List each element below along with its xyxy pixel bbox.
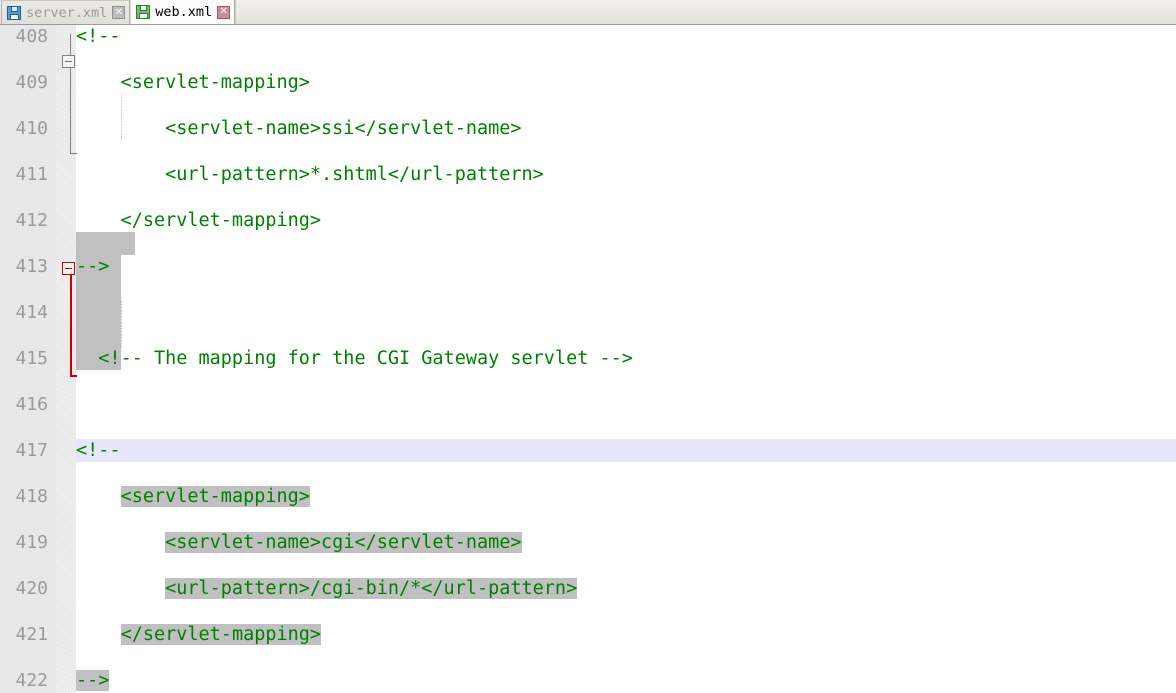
line-number: 420 <box>15 578 48 599</box>
code-text[interactable]: <servlet-name>cgi</servlet-name> <box>76 531 522 554</box>
fold-guide-line-408 <box>70 34 71 154</box>
close-icon[interactable]: ✕ <box>217 5 231 19</box>
code-line[interactable]: 416 <box>0 393 1176 416</box>
code-line[interactable]: 409 <servlet-mapping> <box>0 71 1176 94</box>
line-number: 413 <box>15 256 48 277</box>
code-line[interactable]: 411 <url-pattern>*.shtml</url-pattern> <box>0 163 1176 186</box>
code-text[interactable]: <servlet-name>ssi</servlet-name> <box>76 117 521 140</box>
tab-web-xml[interactable]: web.xml ✕ <box>130 0 236 24</box>
code-line[interactable]: 418 <servlet-mapping> <box>0 485 1176 508</box>
code-text[interactable]: </servlet-mapping> <box>76 209 322 232</box>
code-text[interactable]: </servlet-mapping> <box>76 623 322 646</box>
selected-text[interactable]: <servlet-mapping> <box>120 486 310 507</box>
selected-text[interactable]: --> <box>76 670 110 691</box>
line-number: 410 <box>15 118 48 139</box>
selection-start-band <box>76 232 135 255</box>
selected-text[interactable]: </servlet-mapping> <box>120 624 322 645</box>
floppy-disk-icon <box>136 5 151 19</box>
line-number: 414 <box>15 302 48 323</box>
line-number: 417 <box>15 440 48 461</box>
fold-branch-422 <box>70 375 77 377</box>
code-line[interactable]: 410 <servlet-name>ssi</servlet-name> <box>0 117 1176 140</box>
editor-window: server.xml ✕ web.xml ✕ 408 <!-- 409 <servl… <box>0 0 1176 693</box>
code-line[interactable]: 420 <url-pattern>/cgi-bin/*</url-pattern… <box>0 577 1176 600</box>
code-text[interactable]: <url-pattern>/cgi-bin/*</url-pattern> <box>76 577 578 600</box>
code-rows: 408 <!-- 409 <servlet-mapping> 410 <servlet… <box>0 25 1176 692</box>
line-number: 419 <box>15 532 48 553</box>
indent-guide <box>121 94 122 140</box>
fold-guide-line-417 <box>70 272 72 376</box>
code-line[interactable]: 419 <servlet-name>cgi</servlet-name> <box>0 531 1176 554</box>
code-text[interactable]: <servlet-mapping> <box>76 71 310 94</box>
code-line[interactable]: 421 </servlet-mapping> <box>0 623 1176 646</box>
code-line[interactable]: 422 --> <box>0 669 1176 692</box>
code-text[interactable]: <!-- The mapping for the CGI Gateway ser… <box>76 347 633 370</box>
tab-bar: server.xml ✕ web.xml ✕ <box>0 0 1176 25</box>
tab-label: server.xml <box>26 4 108 21</box>
fold-toggle-417[interactable] <box>62 262 75 275</box>
code-text[interactable]: <servlet-mapping> <box>76 485 310 508</box>
line-number: 409 <box>15 72 48 93</box>
line-number: 415 <box>15 348 48 369</box>
code-text[interactable]: --> <box>76 669 110 692</box>
fold-toggle-408[interactable] <box>62 55 75 68</box>
current-line-highlight <box>76 439 1176 462</box>
tab-label: web.xml <box>155 4 213 20</box>
line-number: 418 <box>15 486 48 507</box>
fold-margin[interactable] <box>56 25 76 693</box>
code-editor[interactable]: 408 <!-- 409 <servlet-mapping> 410 <servlet… <box>0 25 1176 693</box>
line-number: 408 <box>15 26 48 47</box>
code-text[interactable]: <url-pattern>*.shtml</url-pattern> <box>76 163 544 186</box>
fold-branch-413 <box>70 153 77 154</box>
line-number: 416 <box>15 394 48 415</box>
floppy-disk-icon <box>7 5 21 20</box>
line-number: 422 <box>15 670 48 691</box>
selected-text[interactable]: <servlet-name>cgi</servlet-name> <box>165 532 522 553</box>
code-text[interactable]: --> <box>76 255 109 278</box>
code-line[interactable]: 415 <!-- The mapping for the CGI Gateway… <box>0 347 1176 370</box>
selected-text[interactable]: <url-pattern>/cgi-bin/*</url-pattern> <box>165 578 578 599</box>
tab-bar-empty-area <box>235 0 1176 24</box>
code-line[interactable]: 412 </servlet-mapping> <box>0 209 1176 232</box>
code-line[interactable]: 417 <!-- <box>0 439 1176 462</box>
code-line[interactable]: 408 <!-- <box>0 25 1176 48</box>
code-line[interactable]: 414 <box>0 301 1176 324</box>
line-number: 411 <box>15 164 48 185</box>
close-icon[interactable]: ✕ <box>112 6 126 19</box>
tab-server-xml[interactable]: server.xml ✕ <box>1 0 131 24</box>
code-text[interactable]: <!-- <box>76 25 121 48</box>
code-line[interactable]: 413 --> <box>0 255 1176 278</box>
indent-guide <box>121 301 122 347</box>
code-text[interactable]: <!-- <box>76 439 121 462</box>
line-number: 412 <box>15 210 48 231</box>
line-number: 421 <box>15 624 48 645</box>
